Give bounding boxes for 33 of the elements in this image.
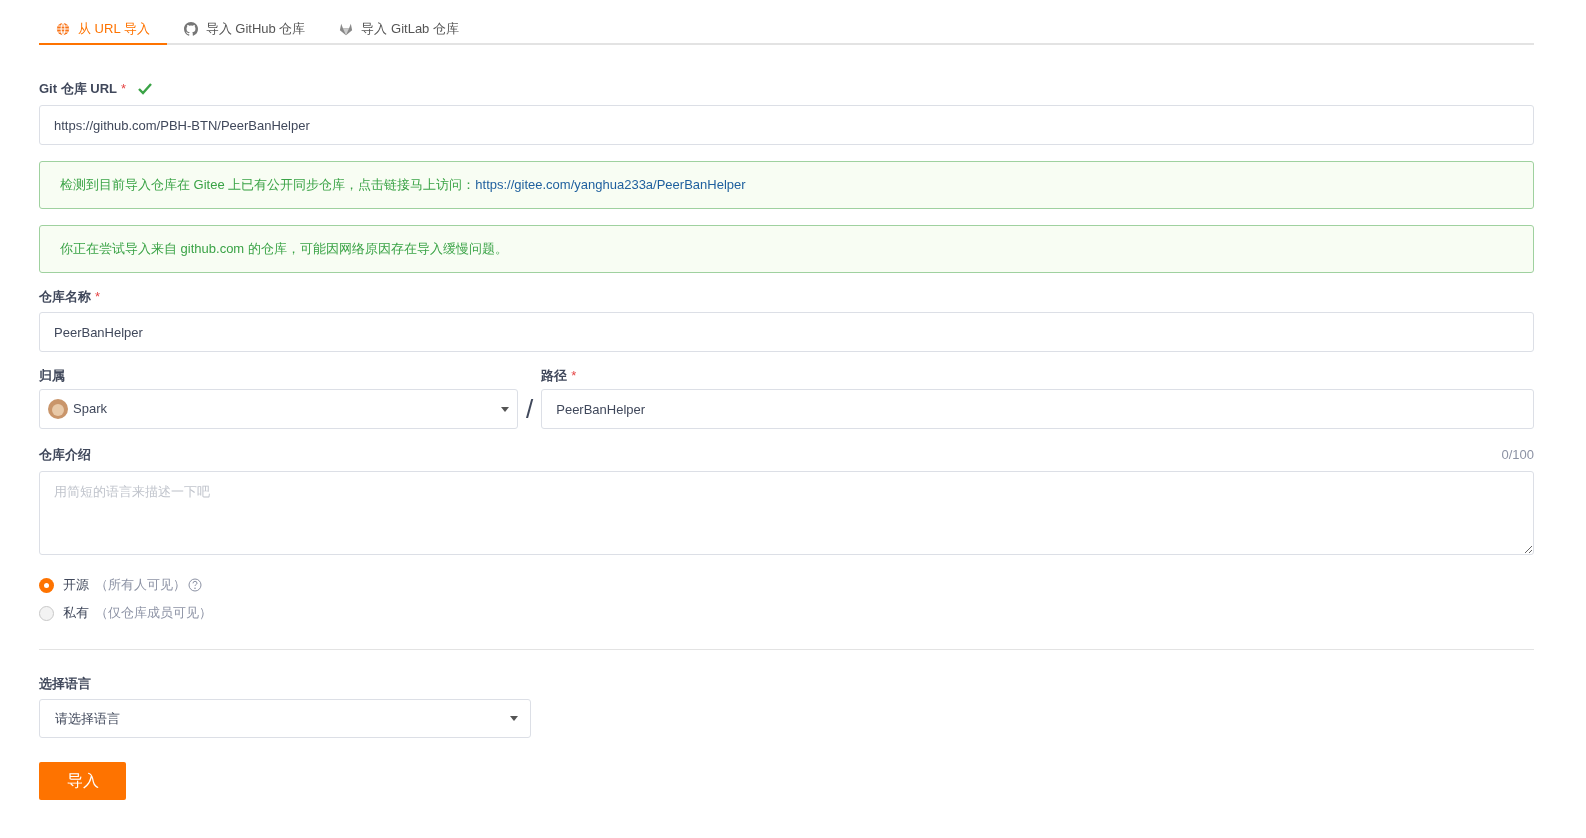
radio-label: 私有 bbox=[63, 604, 89, 623]
required-mark: * bbox=[121, 80, 127, 99]
field-label: 仓库名称 bbox=[39, 288, 91, 307]
name-field[interactable]: PeerBanHelper bbox=[39, 312, 1534, 352]
gitee-link[interactable]: https://gitee.com/yanghua233a/PeerBanHelper bbox=[475, 177, 746, 193]
field-label: 归属 bbox=[39, 367, 65, 386]
avatar-icon bbox=[48, 399, 68, 419]
github-icon bbox=[183, 21, 198, 36]
alert-text: 你正在尝试导入来自 github.com 的仓库，可能因网络原因存在导入缓慢问题。 bbox=[60, 240, 508, 259]
radio-button[interactable] bbox=[39, 577, 54, 593]
field-label: 路径 bbox=[541, 367, 568, 386]
radio-button[interactable] bbox=[39, 605, 54, 621]
url-field[interactable]: https://github.com/PBH-BTN/PeerBanHelper bbox=[39, 105, 1534, 145]
required-mark: * bbox=[571, 367, 577, 386]
path-separator: / bbox=[525, 393, 535, 426]
field-label: Git 仓库 URL bbox=[39, 80, 117, 99]
radio-label: 开源 bbox=[63, 576, 89, 595]
field-label: 仓库介绍 bbox=[39, 446, 91, 465]
field-label: 选择语言 bbox=[39, 675, 91, 694]
caret-icon bbox=[510, 716, 518, 721]
alert-text: 检测到目前导入仓库在 Gitee 上已有公开同步仓库，点击链接马上访问：https://gitee.com/yanghua233a/PeerBanHelper bbox=[60, 176, 746, 195]
radio-hint: （仅仓库成员可见） bbox=[95, 604, 212, 623]
tab[interactable]: 导入 GitHub 仓库 bbox=[166, 14, 323, 45]
caret-icon bbox=[501, 406, 509, 412]
tab[interactable]: 导入 GitLab 仓库 bbox=[322, 14, 476, 45]
help-icon[interactable] bbox=[188, 578, 202, 592]
required-mark: * bbox=[95, 288, 101, 307]
globe-icon bbox=[56, 21, 70, 36]
language-select[interactable]: 请选择语言 bbox=[39, 699, 531, 738]
radio-hint: （所有人可见） bbox=[95, 576, 186, 595]
path-field[interactable]: PeerBanHelper bbox=[541, 389, 1534, 429]
char-counter: 0/100 bbox=[1501, 446, 1534, 465]
owner-select[interactable]: Spark bbox=[39, 389, 518, 429]
